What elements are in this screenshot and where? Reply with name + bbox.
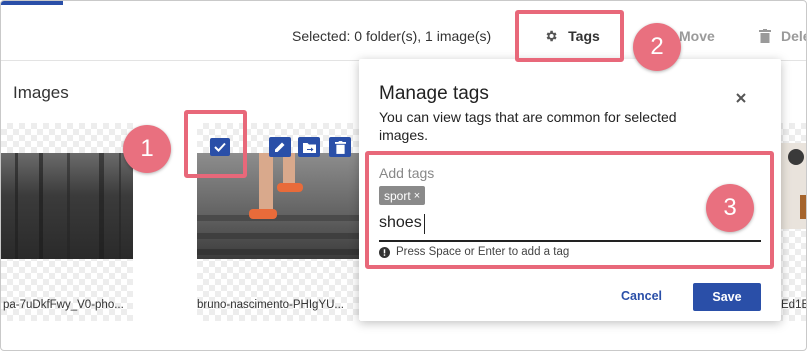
folder-move-icon [302,142,316,153]
delete-button[interactable]: Dele [759,28,806,44]
image-caption-2: bruno-nascimento-PHIgYU... [197,299,345,311]
image-caption-1: pa-7uDkfFwy_V0-pho... [3,299,124,311]
delete-button-label: Dele [781,28,806,44]
callout-highlight-tags-button [515,10,624,62]
trash-icon [334,140,346,154]
close-popover-button[interactable] [736,90,750,104]
images-section-heading: Images [13,83,69,102]
image-caption-3: Ed1E [781,299,807,311]
trash-icon [759,29,771,43]
media-library-window: Selected: 0 folder(s), 1 image(s) Tags M… [0,0,807,351]
move-button[interactable]: Move [679,28,715,44]
callout-highlight-checkbox [184,110,247,178]
step-badge-3: 3 [706,184,754,232]
popover-description: You can view tags that are common for se… [379,109,677,143]
edit-image-button[interactable] [269,137,291,157]
toolbar: Selected: 0 folder(s), 1 image(s) Tags M… [1,1,806,61]
desk-items-photo [778,143,806,229]
selection-summary: Selected: 0 folder(s), 1 image(s) [292,28,492,44]
move-image-button[interactable] [298,137,320,157]
save-button[interactable]: Save [693,283,761,311]
cancel-button[interactable]: Cancel [621,289,662,303]
popover-title: Manage tags [379,83,489,104]
dark-forest-photo [1,153,133,259]
step-badge-2: 2 [633,23,681,71]
step-badge-1: 1 [123,125,171,173]
close-icon [736,93,746,103]
delete-image-button[interactable] [329,137,351,157]
pencil-icon [275,142,285,152]
